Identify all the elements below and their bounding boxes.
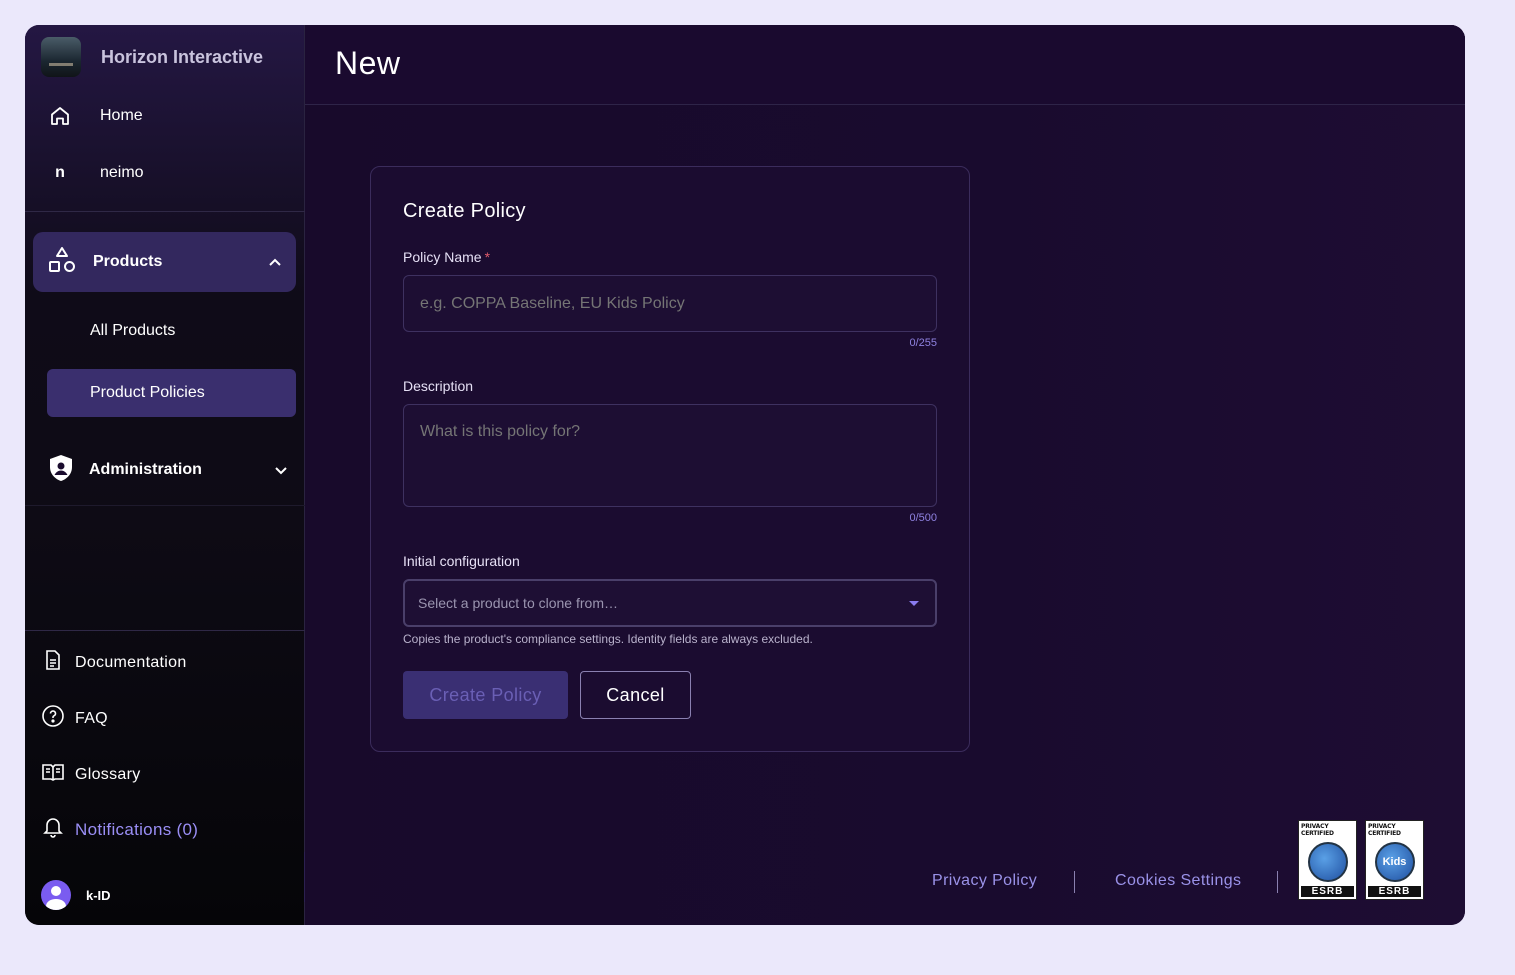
sidebar-item-label: FAQ xyxy=(75,709,108,727)
app-window: Horizon Interactive Home n neimo Product… xyxy=(25,25,1465,925)
form-title: Create Policy xyxy=(403,200,526,222)
cookies-settings-link[interactable]: Cookies Settings xyxy=(1115,872,1241,890)
create-policy-button[interactable]: Create Policy xyxy=(403,671,568,719)
sidebar-divider xyxy=(25,630,305,631)
sidebar-item-label: Products xyxy=(93,253,163,270)
privacy-policy-link[interactable]: Privacy Policy xyxy=(932,872,1037,890)
cancel-button[interactable]: Cancel xyxy=(580,671,691,719)
esrb-kids-seal[interactable]: PRIVACY CERTIFIED Kids ESRB xyxy=(1365,820,1424,900)
sidebar-divider xyxy=(25,505,305,506)
clone-product-select[interactable]: Select a product to clone from… xyxy=(403,579,937,627)
sidebar-item-label: neimo xyxy=(100,164,144,181)
create-policy-card: Create Policy Policy Name* 0/255 Descrip… xyxy=(370,166,970,752)
sidebar-item-product-policies[interactable]: Product Policies xyxy=(47,369,296,417)
document-icon xyxy=(41,648,65,677)
globe-icon xyxy=(1307,841,1348,882)
shield-user-icon xyxy=(47,453,75,488)
initial-config-label: Initial configuration xyxy=(403,553,520,569)
home-icon xyxy=(47,103,73,129)
sidebar-item-neimo[interactable]: n neimo xyxy=(47,160,144,186)
user-name: k-ID xyxy=(86,887,111,903)
sidebar-item-glossary[interactable]: Glossary xyxy=(41,760,141,789)
seal-bottom-text: ESRB xyxy=(1368,886,1421,897)
letter-n-icon: n xyxy=(55,164,65,181)
footer-divider xyxy=(1277,871,1278,893)
clone-product-placeholder: Select a product to clone from… xyxy=(418,595,618,611)
description-counter: 0/500 xyxy=(909,512,937,524)
sidebar-item-label: Home xyxy=(100,107,143,124)
sidebar-item-all-products[interactable]: All Products xyxy=(47,307,296,355)
sidebar-item-label: Documentation xyxy=(75,653,187,671)
globe-icon: Kids xyxy=(1374,841,1415,882)
chevron-down-icon xyxy=(274,463,288,481)
sidebar-item-label: Administration xyxy=(89,461,202,478)
sidebar-item-label: Product Policies xyxy=(90,384,205,401)
sidebar-item-notifications[interactable]: Notifications (0) xyxy=(41,815,198,844)
sidebar-item-faq[interactable]: FAQ xyxy=(41,704,108,733)
seal-bottom-text: ESRB xyxy=(1301,886,1354,897)
user-profile[interactable]: k-ID xyxy=(41,880,111,910)
policy-name-label: Policy Name * xyxy=(403,249,490,265)
policy-name-label-text: Policy Name xyxy=(403,249,482,265)
sidebar-item-administration[interactable]: Administration xyxy=(47,453,296,488)
policy-name-counter: 0/255 xyxy=(909,337,937,349)
main-content: New Create Policy Policy Name* 0/255 Des… xyxy=(305,25,1465,925)
brand-name: Horizon Interactive xyxy=(101,46,264,67)
brand[interactable]: Horizon Interactive xyxy=(41,37,263,77)
chevron-up-icon xyxy=(268,254,282,272)
caret-down-icon xyxy=(909,601,919,606)
sidebar-item-label: Glossary xyxy=(75,765,141,783)
sidebar-item-label: All Products xyxy=(90,322,176,339)
sidebar-item-documentation[interactable]: Documentation xyxy=(41,648,187,677)
footer-divider xyxy=(1074,871,1075,893)
sidebar-item-label: Notifications (0) xyxy=(75,819,199,839)
bell-icon xyxy=(41,815,65,844)
sidebar: Horizon Interactive Home n neimo Product… xyxy=(25,25,305,925)
description-label: Description xyxy=(403,378,474,394)
description-textarea[interactable] xyxy=(403,404,937,507)
esrb-privacy-seal[interactable]: PRIVACY CERTIFIED ESRB xyxy=(1298,820,1357,900)
required-marker: * xyxy=(484,249,491,265)
book-icon xyxy=(41,760,65,789)
initial-config-hint: Copies the product's compliance settings… xyxy=(403,632,813,646)
question-circle-icon xyxy=(41,704,65,733)
page-header: New xyxy=(305,25,1465,105)
brand-logo xyxy=(41,37,81,77)
seal-top-text: PRIVACY CERTIFIED xyxy=(1368,823,1401,837)
seal-top-text: PRIVACY CERTIFIED xyxy=(1301,823,1334,837)
shapes-icon xyxy=(47,245,77,280)
avatar xyxy=(41,880,71,910)
page-title: New xyxy=(335,45,401,81)
policy-name-input[interactable] xyxy=(403,275,937,332)
sidebar-divider xyxy=(25,211,305,212)
sidebar-item-products[interactable]: Products xyxy=(33,232,296,292)
sidebar-item-home[interactable]: Home xyxy=(47,103,143,129)
